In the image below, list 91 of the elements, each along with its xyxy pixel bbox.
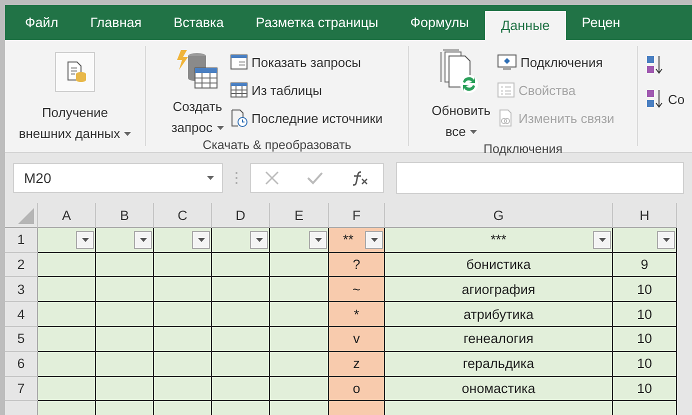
caret-icon bbox=[140, 238, 146, 242]
table-cell: атрибутика bbox=[385, 302, 613, 327]
refresh-all-label: Обновить bbox=[432, 102, 491, 120]
ribbon-tab[interactable]: Главная bbox=[74, 5, 158, 40]
caret-icon bbox=[370, 238, 378, 242]
refresh-all-button[interactable]: Обновить все bbox=[432, 48, 491, 142]
caret-icon bbox=[662, 238, 670, 242]
sort-descending-icon[interactable] bbox=[646, 88, 664, 110]
create-query-button[interactable]: Создать запрос bbox=[171, 48, 224, 138]
create-query-label: запрос bbox=[171, 119, 213, 137]
ribbon-tab[interactable]: Вставка bbox=[158, 5, 240, 40]
function-icon[interactable] bbox=[351, 170, 369, 186]
sort-ascending-icon[interactable] bbox=[646, 54, 664, 76]
get-data-button[interactable]: Получение внешних данных bbox=[18, 48, 132, 144]
caret-icon bbox=[82, 238, 88, 242]
monitor-icon bbox=[496, 54, 517, 70]
table-icon bbox=[230, 82, 248, 98]
filter-button[interactable] bbox=[657, 230, 675, 249]
table-cell: ономастика bbox=[385, 376, 613, 402]
ribbon-command[interactable]: Подключения bbox=[496, 48, 614, 76]
get-data-label: Получение bbox=[42, 104, 108, 122]
filter-button[interactable] bbox=[192, 230, 210, 249]
filter-button[interactable] bbox=[250, 230, 268, 249]
table-cell: 10 bbox=[613, 277, 677, 302]
checkmark-icon[interactable] bbox=[307, 171, 323, 185]
filter-button[interactable] bbox=[309, 230, 327, 249]
document-clock-icon bbox=[230, 109, 248, 127]
column-header[interactable]: A bbox=[38, 203, 96, 228]
column-header[interactable]: H bbox=[613, 203, 677, 228]
table-cell: ** bbox=[329, 228, 385, 253]
row-header[interactable]: 4 bbox=[5, 302, 38, 327]
caret-icon bbox=[314, 238, 322, 242]
column-header[interactable]: G bbox=[385, 203, 613, 228]
table-cell: 10 bbox=[613, 376, 677, 402]
table-cell: 10 bbox=[613, 326, 677, 352]
table-cell: бонистика bbox=[385, 252, 613, 278]
row-header[interactable]: 1 bbox=[5, 228, 38, 253]
ribbon-command[interactable]: Из таблицы bbox=[230, 76, 383, 104]
group-title: Скачать & преобразовать bbox=[202, 138, 352, 154]
table-cell: 10 bbox=[613, 352, 677, 377]
table-cell: геральдика bbox=[385, 352, 613, 377]
filter-button[interactable] bbox=[76, 230, 94, 249]
column-header[interactable]: B bbox=[96, 203, 154, 228]
caret-icon bbox=[470, 130, 477, 134]
ribbon-tab[interactable]: Рецен bbox=[566, 5, 636, 40]
table-cell: v bbox=[329, 326, 385, 352]
ribbon-command[interactable]: Показать запросы bbox=[230, 48, 383, 76]
table-cell: ~ bbox=[329, 277, 385, 302]
drag-handle-icon[interactable] bbox=[235, 171, 238, 185]
filter-button[interactable] bbox=[365, 230, 383, 249]
table-cell: агиография bbox=[385, 277, 613, 302]
table-cell: ? bbox=[329, 252, 385, 278]
create-query-label: Создать bbox=[172, 98, 222, 116]
column-header[interactable]: D bbox=[212, 203, 270, 228]
ribbon-command[interactable]: Последние источники bbox=[230, 104, 383, 132]
ribbon-tab[interactable]: Данные bbox=[485, 11, 566, 40]
sort-label[interactable]: Со bbox=[668, 88, 685, 110]
get-data-label: внешних данных bbox=[18, 125, 120, 143]
table-cell: * bbox=[329, 302, 385, 327]
window-icon bbox=[230, 54, 248, 70]
row-header[interactable]: 2 bbox=[5, 252, 38, 278]
caret-icon bbox=[124, 132, 132, 136]
column-header[interactable]: C bbox=[154, 203, 212, 228]
ribbon-tab[interactable]: Формулы bbox=[394, 5, 486, 40]
ribbon-tab[interactable]: Разметка страницы bbox=[240, 5, 394, 40]
column-header[interactable]: F bbox=[329, 203, 385, 228]
list-icon bbox=[496, 82, 515, 98]
table-cell: *** bbox=[385, 228, 613, 253]
caret-icon bbox=[216, 126, 224, 130]
table-cell: генеалогия bbox=[385, 326, 613, 352]
row-header[interactable]: 7 bbox=[5, 376, 38, 402]
filter-button[interactable] bbox=[593, 230, 611, 249]
table-cell: z bbox=[329, 352, 385, 377]
row-header[interactable]: 5 bbox=[5, 326, 38, 352]
caret-icon bbox=[256, 238, 262, 242]
caret-icon bbox=[207, 176, 214, 180]
caret-icon bbox=[198, 238, 204, 242]
row-header[interactable]: 6 bbox=[5, 352, 38, 377]
table-cell: 9 bbox=[613, 252, 677, 278]
name-box[interactable]: M20 bbox=[13, 163, 223, 193]
formula-input-field[interactable] bbox=[396, 162, 684, 194]
ribbon-tab[interactable]: Файл bbox=[9, 5, 74, 40]
row-header[interactable]: 3 bbox=[5, 277, 38, 302]
document-database-icon bbox=[54, 52, 95, 92]
table-cell: 10 bbox=[613, 302, 677, 327]
column-header[interactable]: E bbox=[270, 203, 329, 228]
refresh-all-label: все bbox=[445, 123, 466, 141]
caret-icon bbox=[598, 238, 606, 242]
table-cell: o bbox=[329, 376, 385, 402]
group-title: Подключения bbox=[483, 142, 563, 158]
filter-button[interactable] bbox=[134, 230, 152, 249]
